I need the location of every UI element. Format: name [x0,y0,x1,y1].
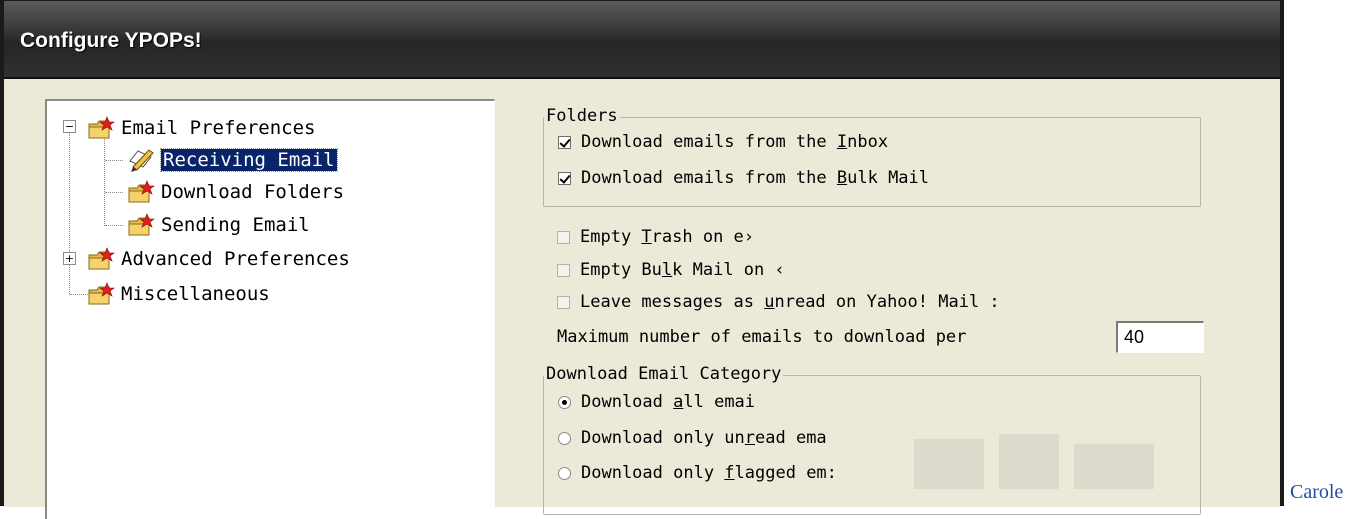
mnemonic: B [836,168,848,188]
download-unread-radio[interactable]: Download only unread ema [558,428,827,448]
tree-line [104,136,105,226]
folders-group: Folders Download emails from the Inbox D… [543,106,1201,207]
label-text: Download only [581,463,725,483]
tree-line [69,126,70,294]
tree-item-receiving-email[interactable]: Receiving Email [127,145,338,175]
mnemonic: l [661,260,673,280]
tree-item-email-preferences[interactable]: Email Preferences [87,113,315,143]
mnemonic: f [724,463,735,483]
dialog-client-area: − Email Preferences Receiving Email Down… [4,79,1280,519]
download-category-legend: Download Email Category [544,364,784,384]
label-text: Empty Bu [580,260,662,280]
label-text: ead ema [755,428,827,448]
receiving-email-settings: Folders Download emails from the Inbox D… [504,79,1280,515]
empty-bulk-checkbox[interactable]: Empty Bulk Mail on ‹ [557,260,785,280]
tree-item-advanced-preferences[interactable]: Advanced Preferences [87,244,350,274]
label-text: ll emai [683,392,756,412]
download-unread-label: Download only unread ema [581,428,827,448]
label-text: Download [581,392,674,412]
label-text: nbox [847,132,889,152]
collapse-expander[interactable]: − [63,120,76,133]
label-text: ulk Mail [847,168,930,188]
tree-line [105,225,123,226]
mnemonic: T [641,227,652,247]
label-text: rash on e› [651,227,755,247]
leave-unread-checkbox[interactable]: Leave messages as unread on Yahoo! Mail … [557,292,1000,312]
download-all-label: Download all emai [581,392,755,412]
title-bar[interactable]: Configure YPOPs! [4,1,1280,79]
label-text: Download emails from the [581,132,837,152]
download-bulk-label: Download emails from the Bulk Mail [581,168,929,188]
caption-text: Carole [1290,481,1344,503]
download-flagged-label: Download only flagged em: [581,463,837,483]
radio-circle[interactable] [558,431,571,445]
checkbox-box[interactable] [557,295,570,309]
folder-star-icon [88,282,115,305]
folder-star-icon [88,116,115,139]
tree-item-miscellaneous[interactable]: Miscellaneous [87,279,270,309]
download-bulk-checkbox[interactable]: Download emails from the Bulk Mail [558,168,929,188]
tree-item-sending-email[interactable]: Sending Email [127,210,310,240]
checkbox-box[interactable] [557,263,570,277]
label-text: Download emails from the [581,168,837,188]
folders-legend: Folders [544,106,620,126]
download-inbox-checkbox[interactable]: Download emails from the Inbox [558,132,888,152]
checkbox-box[interactable] [558,171,571,185]
checkbox-box[interactable] [558,135,571,149]
tree-item-label: Email Preferences [121,117,316,139]
checkbox-box[interactable] [557,230,570,244]
mnemonic: a [673,392,684,412]
label-text: nread on Yahoo! Mail : [774,292,1000,312]
mnemonic: I [836,132,848,152]
expand-expander[interactable]: + [63,252,76,265]
empty-trash-label: Empty Trash on e› [580,227,754,247]
window-title: Configure YPOPs! [20,29,202,52]
tree-item-download-folders[interactable]: Download Folders [127,177,344,207]
download-category-group: Download Email Category Download all ema… [543,364,1201,515]
download-flagged-radio[interactable]: Download only flagged em: [558,463,837,483]
download-inbox-label: Download emails from the Inbox [581,132,888,152]
folder-star-icon [128,213,155,236]
empty-trash-checkbox[interactable]: Empty Trash on e› [557,227,754,247]
tree-item-label: Miscellaneous [121,283,270,305]
radio-circle[interactable] [558,466,571,480]
label-text: Leave messages as [580,292,765,312]
tree-item-label: Receiving Email [160,148,338,172]
label-text: lagged em: [734,463,837,483]
label-text: Empty [580,227,642,247]
tree-item-label: Download Folders [161,181,345,203]
tree-item-label: Sending Email [161,214,310,236]
leave-unread-label: Leave messages as unread on Yahoo! Mail … [580,292,1000,312]
configure-dialog: Configure YPOPs! − Email Preferences Rec… [0,0,1284,519]
tree-line [105,192,123,193]
empty-bulk-label: Empty Bulk Mail on ‹ [580,260,785,280]
folder-star-icon [88,247,115,270]
mnemonic: u [764,292,775,312]
mnemonic: r [744,428,756,448]
folder-star-icon [128,180,155,203]
max-emails-label: Maximum number of emails to download per [557,327,967,347]
radio-circle[interactable] [558,395,571,409]
preferences-tree[interactable]: − Email Preferences Receiving Email Down… [45,99,495,519]
pencil-edit-icon [129,149,154,172]
label-text: k Mail on ‹ [672,260,785,280]
label-text: Download only un [581,428,745,448]
tree-line [105,160,123,161]
download-all-radio[interactable]: Download all emai [558,392,755,412]
max-emails-input[interactable]: 40 [1116,321,1204,353]
tree-item-label: Advanced Preferences [121,248,350,270]
